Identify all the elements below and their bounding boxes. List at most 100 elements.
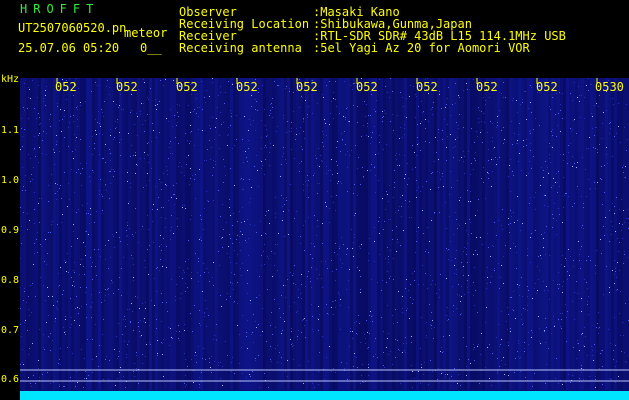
noise-speckle <box>535 283 536 284</box>
noise-speckle <box>272 107 273 108</box>
noise-speckle <box>150 88 151 89</box>
noise-speckle <box>505 245 506 246</box>
noise-speckle <box>256 327 257 328</box>
noise-speckle <box>333 368 334 369</box>
noise-speckle <box>92 279 93 280</box>
noise-speckle <box>191 359 192 360</box>
waterfall-column <box>437 78 440 390</box>
noise-speckle <box>161 250 162 251</box>
waterfall-spectrogram <box>20 78 629 400</box>
noise-speckle <box>627 139 628 140</box>
noise-speckle <box>402 97 403 98</box>
noise-speckle <box>199 387 200 388</box>
noise-speckle <box>540 343 541 344</box>
noise-speckle <box>438 368 439 369</box>
noise-speckle <box>401 216 402 217</box>
noise-speckle <box>135 152 136 153</box>
noise-speckle <box>423 374 424 375</box>
noise-speckle <box>566 317 567 318</box>
noise-speckle <box>199 169 200 170</box>
noise-speckle <box>463 90 464 91</box>
noise-speckle <box>71 169 72 170</box>
noise-speckle <box>297 336 298 337</box>
waterfall-column <box>89 78 92 390</box>
noise-speckle <box>457 228 458 229</box>
noise-speckle <box>83 242 84 243</box>
noise-speckle <box>455 103 456 104</box>
noise-speckle <box>105 295 106 296</box>
noise-speckle <box>58 273 59 274</box>
noise-speckle <box>266 341 267 342</box>
noise-speckle <box>333 314 334 315</box>
waterfall-column <box>71 78 74 390</box>
waterfall-column <box>239 78 242 390</box>
noise-speckle <box>592 350 593 351</box>
antenna-label: Receiving antenna <box>179 41 302 55</box>
noise-speckle <box>625 303 626 304</box>
noise-speckle <box>615 345 616 346</box>
noise-speckle <box>446 160 447 161</box>
noise-speckle <box>136 113 137 114</box>
noise-speckle <box>195 174 196 175</box>
noise-speckle <box>496 127 497 128</box>
noise-speckle <box>227 135 228 136</box>
noise-speckle <box>154 305 155 306</box>
noise-speckle <box>615 366 616 367</box>
noise-speckle <box>137 165 138 166</box>
noise-speckle <box>605 217 606 218</box>
noise-speckle <box>581 368 582 369</box>
noise-speckle <box>255 99 256 100</box>
noise-speckle <box>322 287 323 288</box>
noise-speckle <box>33 167 34 168</box>
noise-speckle <box>46 264 47 265</box>
noise-speckle <box>347 151 348 152</box>
noise-speckle <box>552 135 553 136</box>
noise-speckle <box>224 103 225 104</box>
noise-speckle <box>118 107 119 108</box>
waterfall-column <box>320 78 323 390</box>
noise-speckle <box>353 83 354 84</box>
noise-speckle <box>42 140 43 141</box>
noise-speckle <box>458 95 459 96</box>
noise-speckle <box>338 181 339 182</box>
x-tick-label: 052 <box>55 80 77 94</box>
noise-speckle <box>140 114 141 115</box>
noise-speckle <box>421 101 422 102</box>
noise-speckle <box>427 288 428 289</box>
noise-speckle <box>494 270 495 271</box>
noise-speckle <box>572 301 573 302</box>
noise-speckle <box>577 186 578 187</box>
noise-speckle <box>286 200 287 201</box>
noise-speckle <box>113 139 114 140</box>
noise-speckle <box>198 346 199 347</box>
noise-speckle <box>402 312 403 313</box>
noise-speckle <box>621 199 622 200</box>
noise-speckle <box>86 231 87 232</box>
noise-speckle <box>296 312 297 313</box>
noise-speckle <box>264 174 265 175</box>
noise-speckle <box>467 280 468 281</box>
noise-speckle <box>388 354 389 355</box>
noise-speckle <box>116 104 117 105</box>
noise-speckle <box>300 243 301 244</box>
noise-speckle <box>75 140 76 141</box>
noise-speckle <box>562 118 563 119</box>
noise-speckle <box>127 344 128 345</box>
noise-speckle <box>363 382 364 383</box>
noise-speckle <box>517 143 518 144</box>
noise-speckle <box>368 367 369 368</box>
noise-speckle <box>24 110 25 111</box>
noise-speckle <box>559 92 560 93</box>
noise-speckle <box>285 285 286 286</box>
noise-speckle <box>155 99 156 100</box>
noise-speckle <box>563 177 564 178</box>
noise-speckle <box>499 92 500 93</box>
noise-speckle <box>304 138 305 139</box>
noise-speckle <box>319 314 320 315</box>
waterfall-column <box>344 78 347 390</box>
noise-speckle <box>117 358 118 359</box>
noise-speckle <box>478 118 479 119</box>
noise-speckle <box>68 272 69 273</box>
noise-speckle <box>322 336 323 337</box>
noise-speckle <box>356 333 357 334</box>
